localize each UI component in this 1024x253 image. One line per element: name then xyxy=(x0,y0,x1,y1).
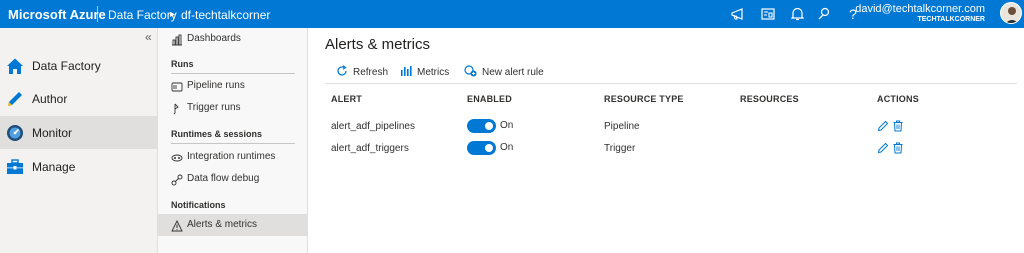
resource-type: Trigger xyxy=(604,143,636,154)
subnav-item-alerts-metrics[interactable]: Alerts & metrics xyxy=(158,214,308,236)
feedback-icon[interactable] xyxy=(816,6,832,22)
delete-icon[interactable] xyxy=(892,141,904,154)
subnav-label: Integration runtimes xyxy=(187,151,276,162)
section-header-notifications: Notifications xyxy=(171,200,226,210)
delete-icon[interactable] xyxy=(892,119,904,132)
left-navigation: « Data Factory Author Monitor Manage xyxy=(0,28,158,253)
subnav-label: Alerts & metrics xyxy=(187,219,258,230)
toolbox-icon xyxy=(6,158,24,176)
nav-item-label: Manage xyxy=(32,160,76,174)
avatar[interactable] xyxy=(1000,2,1022,24)
nav-item-manage[interactable]: Manage xyxy=(0,150,158,183)
home-icon xyxy=(6,57,24,75)
metrics-button[interactable]: Metrics xyxy=(400,65,449,79)
section-header-runs: Runs xyxy=(171,59,194,69)
enabled-toggle[interactable] xyxy=(467,119,496,133)
refresh-label: Refresh xyxy=(353,66,389,78)
user-organization: TECHTALKCORNER xyxy=(917,16,985,23)
user-email: david@techtalkcorner.com xyxy=(855,3,985,15)
resource-type: Pipeline xyxy=(604,121,640,132)
edit-icon[interactable] xyxy=(877,141,889,154)
subnav-label: Dashboards xyxy=(187,33,241,44)
announcement-icon[interactable] xyxy=(730,6,746,22)
column-header-alert[interactable]: ALERT xyxy=(331,94,362,104)
new-alert-icon xyxy=(464,64,482,80)
pencil-icon xyxy=(6,90,24,108)
refresh-button[interactable]: Refresh xyxy=(336,64,389,80)
data-flow-debug-icon xyxy=(171,173,183,186)
subnav-item-integration-runtimes[interactable]: Integration runtimes xyxy=(158,146,308,168)
directory-icon[interactable] xyxy=(760,6,776,22)
user-account[interactable]: david@techtalkcorner.com TECHTALKCORNER xyxy=(855,3,985,23)
page-title: Alerts & metrics xyxy=(325,36,431,53)
main-content: Alerts & metrics Refresh Metrics New ale… xyxy=(309,28,1024,253)
top-bar: Microsoft Azure Data Factory ▸ df-techta… xyxy=(0,0,1024,28)
column-header-resource-type[interactable]: RESOURCE TYPE xyxy=(604,94,684,104)
enabled-toggle[interactable] xyxy=(467,141,496,155)
notifications-icon[interactable] xyxy=(789,6,805,22)
alert-name[interactable]: alert_adf_pipelines xyxy=(331,121,415,132)
column-header-actions[interactable]: ACTIONS xyxy=(877,94,919,104)
subnav-label: Pipeline runs xyxy=(187,80,245,91)
nav-item-author[interactable]: Author xyxy=(0,82,158,115)
subnav-item-trigger-runs[interactable]: Trigger runs xyxy=(158,97,308,119)
nav-item-data-factory[interactable]: Data Factory xyxy=(0,49,158,82)
section-divider xyxy=(171,143,295,144)
integration-runtime-icon xyxy=(171,151,183,163)
breadcrumb-factory-name[interactable]: df-techtalkcorner xyxy=(181,8,270,22)
column-header-resources[interactable]: RESOURCES xyxy=(740,94,799,104)
warning-icon xyxy=(171,219,183,232)
nav-item-label: Data Factory xyxy=(32,59,101,73)
nav-item-monitor[interactable]: Monitor xyxy=(0,116,158,149)
breadcrumb-separator-icon: ▸ xyxy=(170,9,176,20)
subnav-item-pipeline-runs[interactable]: Pipeline runs xyxy=(158,75,308,97)
column-header-enabled[interactable]: ENABLED xyxy=(467,94,512,104)
collapse-nav-icon[interactable]: « xyxy=(145,30,152,44)
nav-item-label: Author xyxy=(32,92,68,106)
enabled-state: On xyxy=(500,142,514,153)
new-alert-rule-button[interactable]: New alert rule xyxy=(464,64,544,80)
new-alert-rule-label: New alert rule xyxy=(482,66,544,78)
metrics-icon xyxy=(400,65,417,80)
refresh-icon xyxy=(336,64,353,80)
dashboard-icon xyxy=(171,33,183,46)
pipeline-icon xyxy=(171,80,183,92)
edit-icon[interactable] xyxy=(877,119,889,132)
subnav-label: Trigger runs xyxy=(187,102,241,113)
subnav-item-dashboards[interactable]: Dashboards xyxy=(158,28,308,50)
nav-item-label: Monitor xyxy=(32,126,73,140)
brand-title[interactable]: Microsoft Azure xyxy=(8,7,106,22)
enabled-state: On xyxy=(500,120,514,131)
breadcrumb-data-factory[interactable]: Data Factory xyxy=(108,8,177,22)
subnav-label: Data flow debug xyxy=(187,173,260,184)
metrics-label: Metrics xyxy=(417,66,450,78)
gauge-icon xyxy=(6,124,24,142)
topbar-divider xyxy=(97,6,98,22)
subnav-item-data-flow-debug[interactable]: Data flow debug xyxy=(158,168,308,190)
toolbar-divider xyxy=(325,83,1017,84)
monitor-sub-navigation: Dashboards Runs Pipeline runs Trigger ru… xyxy=(158,28,308,253)
section-divider xyxy=(171,73,295,74)
trigger-icon xyxy=(171,102,183,115)
alert-name[interactable]: alert_adf_triggers xyxy=(331,143,409,154)
section-header-runtimes: Runtimes & sessions xyxy=(171,129,263,139)
